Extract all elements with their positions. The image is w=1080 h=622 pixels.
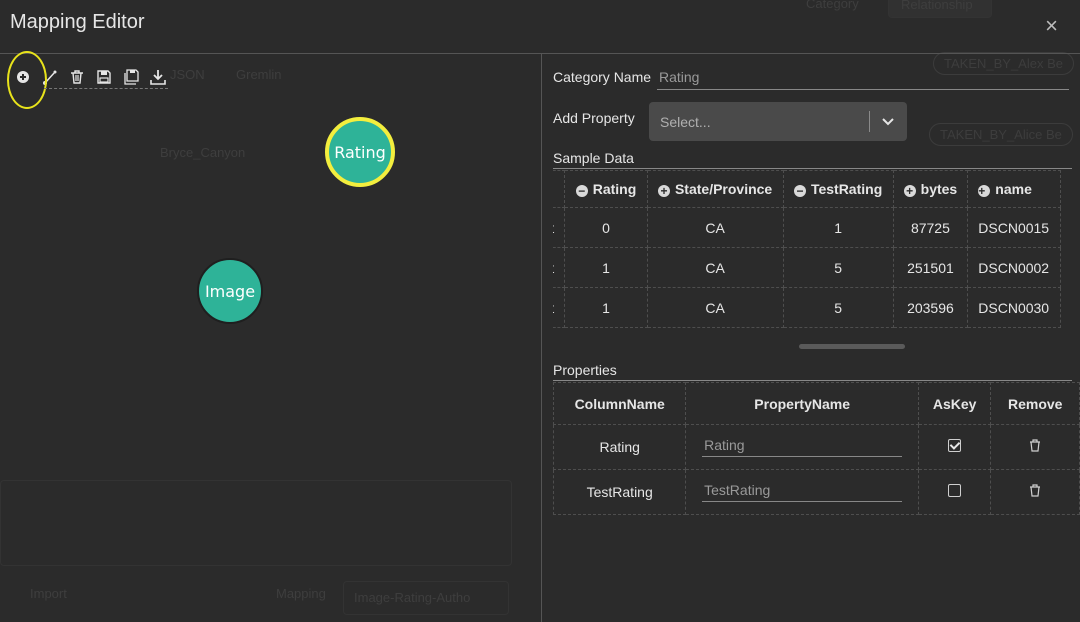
properties-label: Properties [553,362,617,378]
sample-row: t 0 CA 1 87725 DSCN0015 [553,207,1061,248]
sample-cell: t [553,207,566,248]
sample-data-label: Sample Data [553,150,634,166]
remove-cell [990,424,1080,470]
sample-cell: 0 [564,207,648,248]
node-rating[interactable]: Rating [325,117,395,187]
sample-header-name[interactable]: + name [967,170,1061,208]
save-all-icon[interactable] [122,68,140,86]
sample-cell: 87725 [892,207,969,248]
sample-cell: t [553,247,566,288]
property-row: TestRating TestRating [552,469,1080,515]
sample-header-cell [553,170,566,208]
add-column-icon[interactable]: + [978,185,991,197]
add-column-icon[interactable]: + [657,185,670,197]
properties-divider [553,380,1072,381]
property-name-input[interactable]: TestRating [702,482,903,502]
sample-data-table: − Rating + State/Province − TestRating + byt… [553,170,1061,328]
trash-icon[interactable] [1029,484,1041,497]
save-icon[interactable] [95,68,113,86]
select-divider [869,111,870,132]
node-image[interactable]: Image [197,258,263,324]
sample-cell: 1 [564,247,648,288]
sample-cell: DSCN0030 [967,287,1061,328]
category-name-label: Category Name [553,69,652,85]
property-column-name: Rating [552,424,687,470]
sample-cell: CA [646,247,784,288]
sample-header-state[interactable]: + State/Province [646,170,784,208]
sample-header-bytes[interactable]: + bytes [892,170,969,208]
add-column-icon[interactable]: + [903,185,916,197]
sample-header-rating[interactable]: − Rating [564,170,648,208]
modal-header: Mapping Editor × [0,0,1080,54]
property-name-cell: TestRating [685,469,919,515]
remove-column-icon[interactable]: − [575,185,588,197]
header-propertyname: PropertyName [685,382,919,425]
sample-cell: CA [646,287,784,328]
sample-row: t 1 CA 5 203596 DSCN0030 [553,287,1061,328]
sample-data-scroll[interactable]: − Rating + State/Province − TestRating + byt… [553,170,1075,328]
sample-cell: DSCN0015 [967,207,1061,248]
askey-cell [917,424,992,470]
property-row: Rating Rating [552,424,1080,470]
property-column-name: TestRating [552,469,687,515]
sample-cell: 251501 [892,247,969,288]
remove-cell [990,469,1080,515]
toolbar-underline [44,88,168,89]
modal-title: Mapping Editor [10,11,145,33]
category-name-input[interactable]: Rating [657,67,1069,90]
sample-cell: CA [646,207,784,248]
sample-cell: DSCN0002 [967,247,1061,288]
trash-icon[interactable] [1029,439,1041,452]
sample-cell: 1 [564,287,648,328]
askey-cell [917,469,992,515]
sample-cell: 203596 [892,287,969,328]
trash-icon[interactable] [68,68,86,86]
sample-cell: 1 [782,207,894,248]
sample-data-divider [553,168,1072,169]
sample-cell: 5 [782,287,894,328]
header-remove: Remove [990,382,1080,425]
chevron-down-icon[interactable] [879,111,897,131]
annotation-highlight-circle [7,51,47,109]
header-columnname: ColumnName [552,382,687,425]
property-name-cell: Rating [685,424,919,470]
properties-header-row: ColumnName PropertyName AsKey Remove [552,382,1080,425]
sample-header-row: − Rating + State/Province − TestRating + byt… [553,170,1061,208]
sample-cell: t [553,287,566,328]
mapping-canvas-pane [0,54,542,622]
add-property-label: Add Property [553,110,635,126]
add-property-select[interactable]: Select... [649,102,907,141]
sample-header-testrating[interactable]: − TestRating [782,170,894,208]
horizontal-scrollbar[interactable] [799,344,905,349]
askey-checkbox[interactable] [948,439,962,452]
remove-column-icon[interactable]: − [793,185,806,197]
properties-table: ColumnName PropertyName AsKey Remove Rat… [552,382,1080,515]
askey-checkbox[interactable] [948,484,962,497]
property-name-input[interactable]: Rating [702,437,903,457]
header-askey: AsKey [917,382,992,425]
sample-row: t 1 CA 5 251501 DSCN0002 [553,247,1061,288]
close-button[interactable]: × [1045,13,1058,39]
download-icon[interactable] [149,68,167,86]
sample-cell: 5 [782,247,894,288]
select-placeholder: Select... [660,114,711,130]
